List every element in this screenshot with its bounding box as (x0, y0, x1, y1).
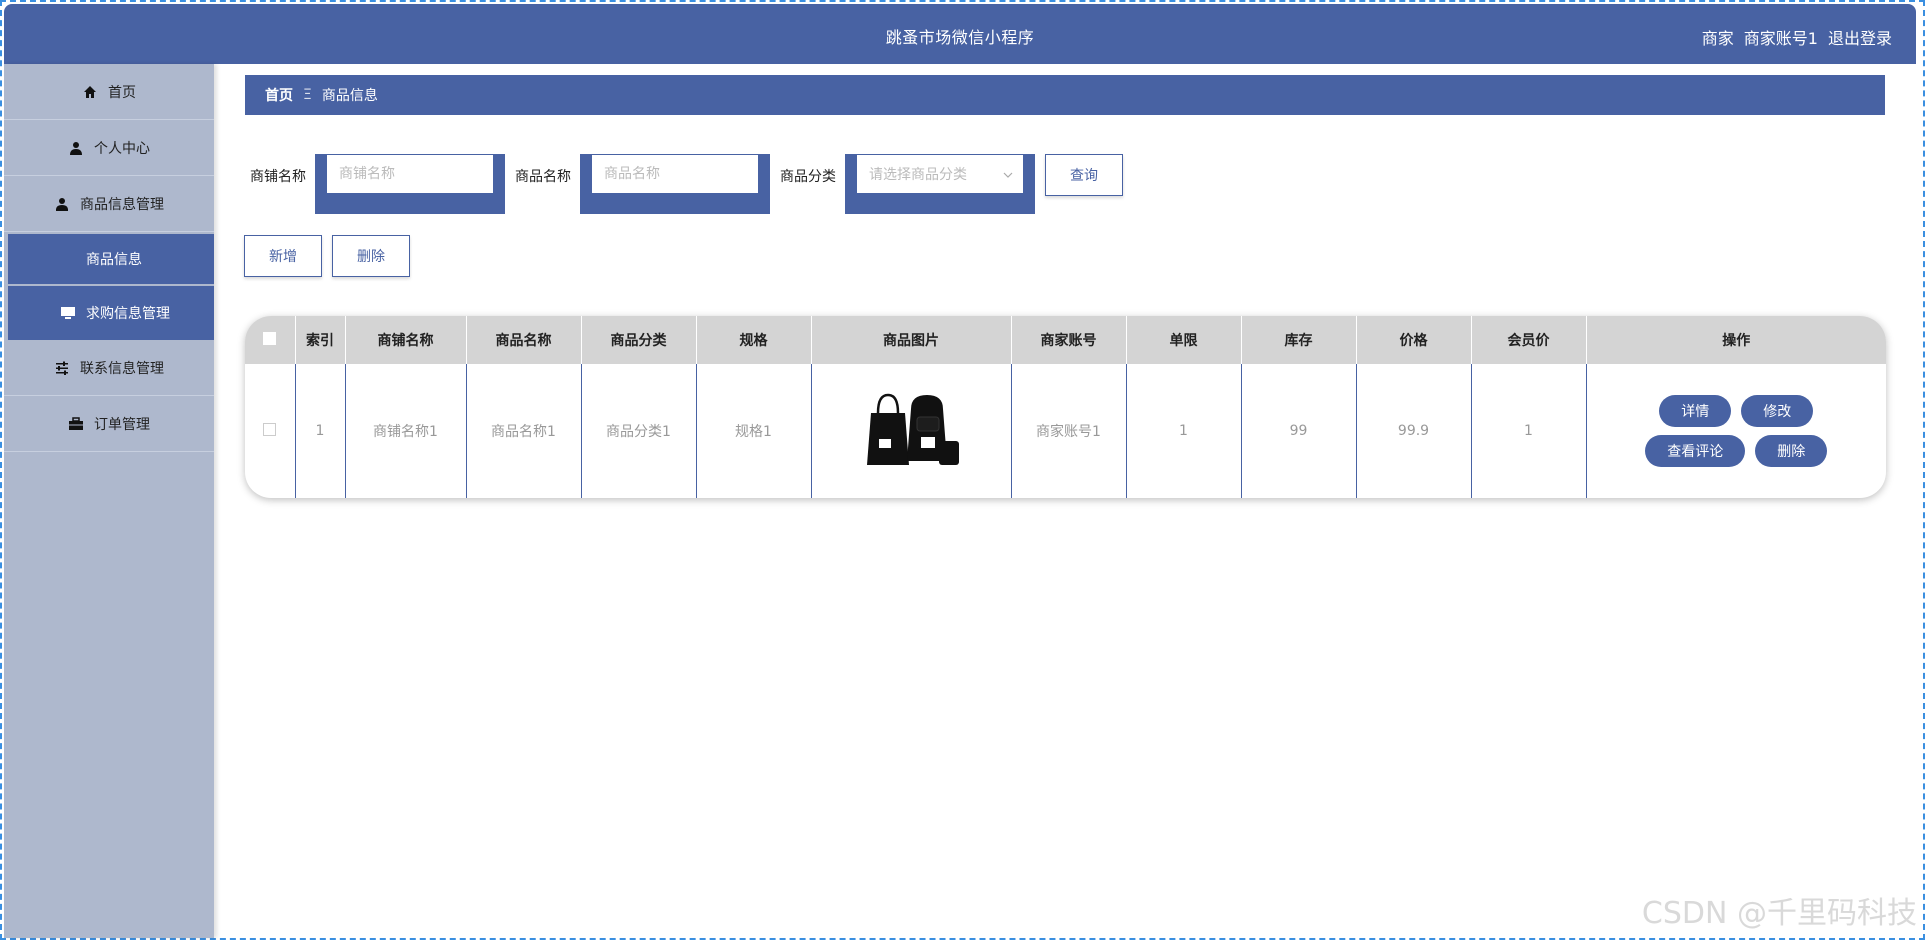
cell-account: 商家账号1 (1011, 364, 1127, 498)
cell-image (811, 364, 1012, 498)
table-row: 1 商铺名称1 商品名称1 商品分类1 规格1 商家账号1 1 99 99.9 … (245, 364, 1886, 498)
sidebar-item-home[interactable]: 首页 (4, 64, 214, 120)
row-select-cell (245, 364, 296, 498)
cell-price: 99.9 (1356, 364, 1472, 498)
column-header: 价格 (1356, 316, 1472, 364)
edit-button[interactable]: 修改 (1741, 395, 1814, 427)
select-all-cell (245, 316, 296, 364)
row-actions: 详情 修改 查看评论 删除 (1636, 395, 1836, 467)
user-area: 商家 商家账号1 退出登录 (1702, 25, 1892, 49)
category-label: 商品分类 (780, 169, 836, 185)
cell-limit: 1 (1126, 364, 1242, 498)
sidebar-item-label: 订单管理 (94, 416, 150, 433)
sidebar-item-profile[interactable]: 个人中心 (4, 120, 214, 176)
query-button[interactable]: 查询 (1045, 154, 1123, 196)
product-name-input[interactable] (591, 154, 759, 194)
sidebar-item-contacts[interactable]: 联系信息管理 (4, 340, 214, 396)
sidebar-item-label: 商品信息 (86, 252, 142, 268)
view-reviews-button[interactable]: 查看评论 (1645, 435, 1746, 467)
sliders-icon (54, 360, 70, 376)
user-icon (54, 196, 70, 212)
user-icon (68, 140, 84, 156)
briefcase-icon (68, 416, 84, 432)
cell-member-price: 1 (1471, 364, 1587, 498)
category-field: 请选择商品分类 (845, 154, 1035, 214)
sidebar-item-orders[interactable]: 订单管理 (4, 396, 214, 452)
column-header: 会员价 (1471, 316, 1587, 364)
search-bar: 商铺名称 商品名称 商品分类 请选择商品分类 查询 (250, 154, 1123, 214)
breadcrumb-current: 商品信息 (321, 88, 378, 104)
column-header: 商铺名称 (345, 316, 467, 364)
product-name-field (580, 154, 770, 214)
top-bar: 跳蚤市场微信小程序 商家 商家账号1 退出登录 (4, 4, 1916, 64)
sidebar-item-product-management[interactable]: 商品信息管理 (4, 176, 214, 232)
column-header: 索引 (295, 316, 346, 364)
sidebar-item-label: 联系信息管理 (80, 360, 164, 377)
cell-shop: 商铺名称1 (345, 364, 467, 498)
user-role: 商家 (1701, 29, 1734, 48)
cell-index: 1 (295, 364, 346, 498)
add-button[interactable]: 新增 (244, 235, 322, 277)
product-table: 索引 商铺名称 商品名称 商品分类 规格 商品图片 商家账号 单限 库存 价格 … (245, 316, 1886, 498)
column-header: 商家账号 (1011, 316, 1127, 364)
action-bar: 新增 删除 (244, 235, 410, 277)
select-all-checkbox[interactable] (263, 331, 277, 345)
column-header: 操作 (1722, 333, 1751, 349)
breadcrumb-home[interactable]: 首页 (265, 85, 293, 105)
sidebar-item-label: 商品信息管理 (80, 196, 164, 213)
detail-button[interactable]: 详情 (1659, 395, 1732, 427)
column-header: 单限 (1126, 316, 1242, 364)
column-header: 规格 (696, 316, 812, 364)
cell-spec: 规格1 (696, 364, 812, 498)
product-image[interactable] (861, 389, 961, 469)
shop-name-input[interactable] (326, 154, 494, 194)
home-icon (82, 84, 98, 100)
sidebar-item-purchase-requests[interactable]: 求购信息管理 (8, 286, 214, 340)
row-checkbox[interactable] (263, 422, 277, 436)
column-header: 商品分类 (581, 316, 697, 364)
chevron-down-icon (1003, 166, 1013, 182)
monitor-icon (60, 305, 76, 321)
breadcrumb: 首页 Ξ 商品信息 (245, 75, 1885, 115)
sidebar-item-label: 求购信息管理 (86, 306, 170, 322)
column-header: 商品图片 (811, 316, 1012, 364)
batch-delete-button[interactable]: 删除 (332, 235, 410, 277)
sidebar-item-label: 首页 (108, 84, 136, 101)
column-header: 库存 (1241, 316, 1357, 364)
cell-name: 商品名称1 (466, 364, 582, 498)
breadcrumb-separator: Ξ (303, 87, 312, 103)
sidebar-item-label: 个人中心 (94, 140, 150, 157)
category-placeholder: 请选择商品分类 (869, 167, 967, 183)
logout-link[interactable]: 退出登录 (1828, 25, 1892, 49)
sidebar-item-product-info[interactable]: 商品信息 (8, 234, 214, 284)
user-account: 商家账号1 (1743, 29, 1818, 48)
app-title: 跳蚤市场微信小程序 (885, 28, 1035, 47)
shop-name-label: 商铺名称 (250, 169, 306, 185)
delete-button[interactable]: 删除 (1755, 435, 1828, 467)
product-name-label: 商品名称 (515, 169, 571, 185)
category-select[interactable]: 请选择商品分类 (856, 154, 1024, 194)
cell-category: 商品分类1 (581, 364, 697, 498)
column-header: 商品名称 (466, 316, 582, 364)
watermark: CSDN @千里码科技 (1641, 896, 1917, 931)
cell-operations: 详情 修改 查看评论 删除 (1586, 364, 1886, 498)
cell-stock: 99 (1241, 364, 1357, 498)
shop-name-field (315, 154, 505, 214)
table-header-row: 索引 商铺名称 商品名称 商品分类 规格 商品图片 商家账号 单限 库存 价格 … (245, 316, 1886, 364)
sidebar: 首页 个人中心 商品信息管理 商品信息 求购信息管理 联系信息管理 订单管理 (4, 64, 214, 938)
